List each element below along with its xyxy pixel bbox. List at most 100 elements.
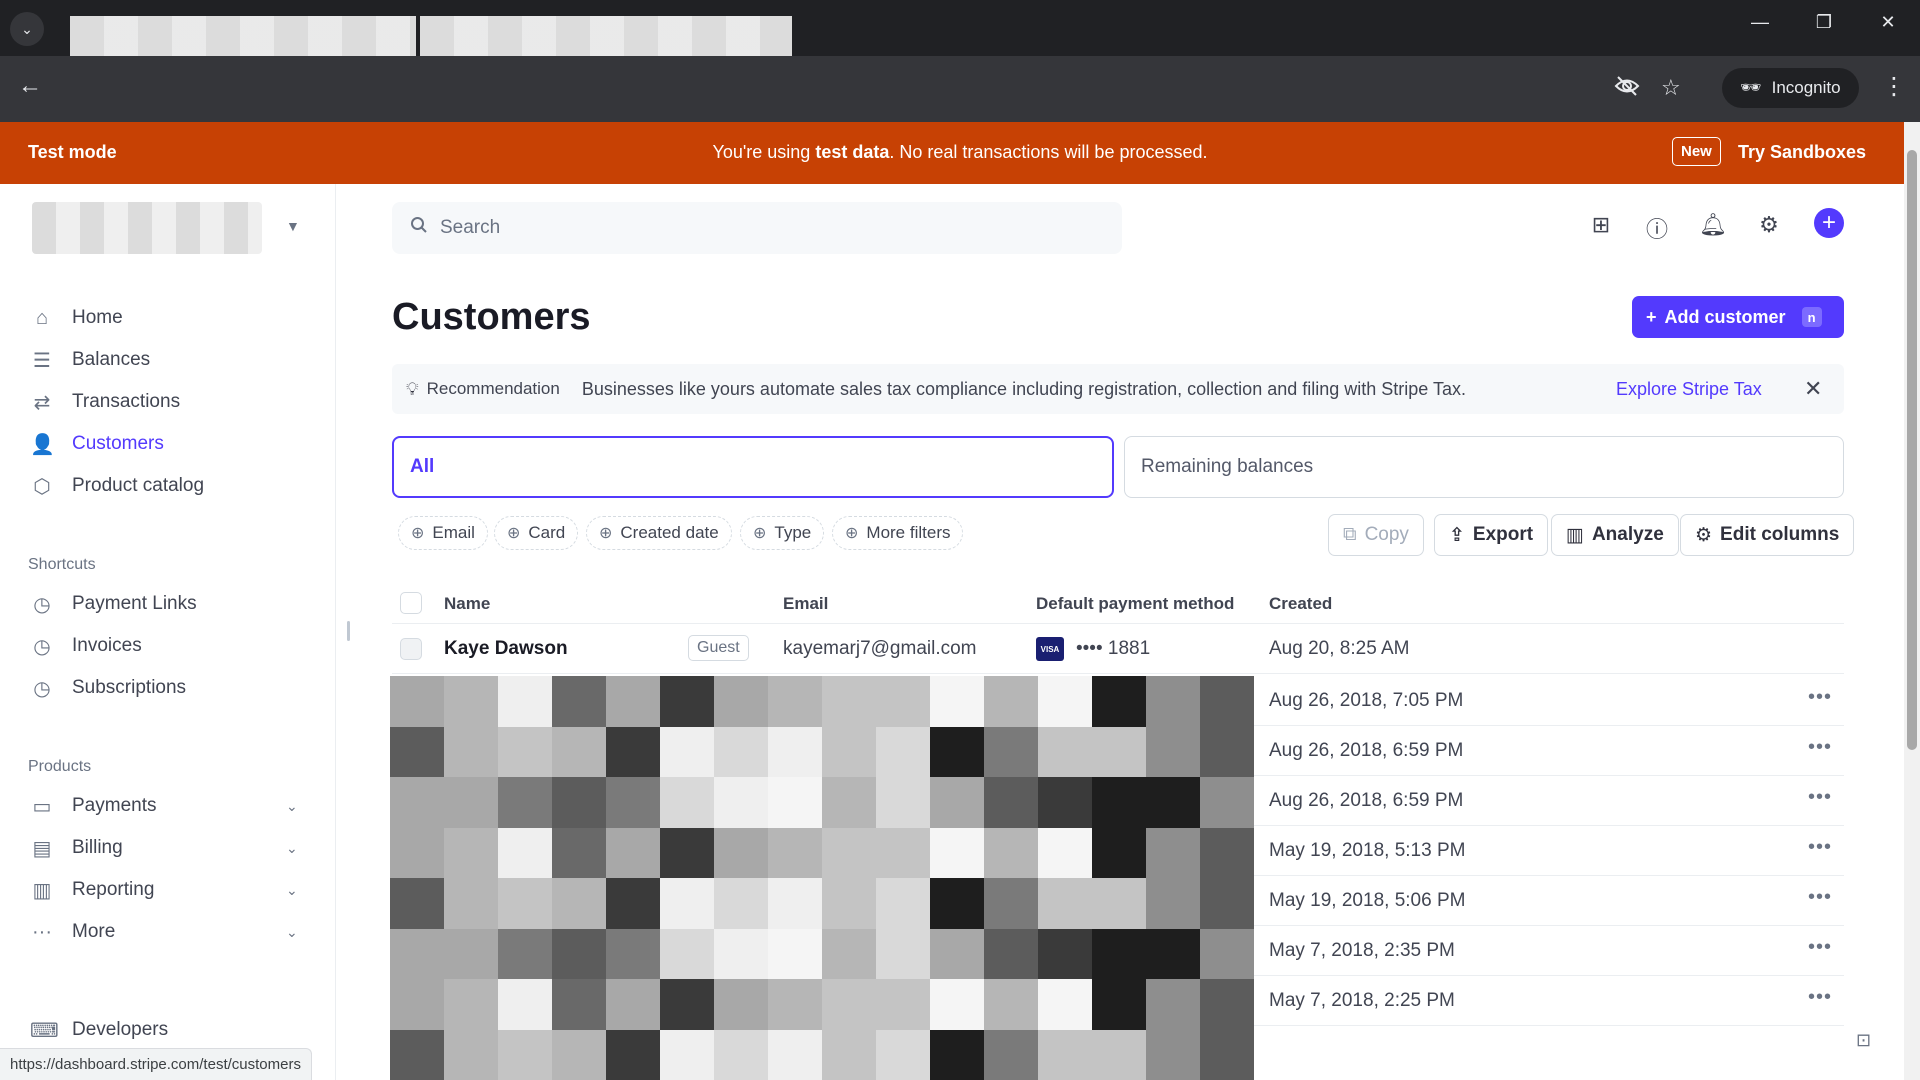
search-input[interactable]: Search [392, 202, 1122, 254]
filter-created-date[interactable]: ⊕ Created date [586, 516, 732, 550]
plus-circle-icon: ⊕ [507, 525, 521, 542]
customer-name: Kaye Dawson [444, 638, 568, 659]
redaction-pixel [1038, 878, 1092, 929]
new-badge: New [1672, 137, 1721, 166]
chevron-down-icon[interactable]: ⌄ [286, 924, 298, 941]
copy-icon: ⧉ [1343, 524, 1357, 545]
created-date: May 7, 2018, 2:25 PM [1269, 990, 1455, 1011]
row-checkbox[interactable] [400, 638, 422, 660]
row-actions-icon[interactable]: ••• [1808, 936, 1832, 959]
close-window-button[interactable]: ✕ [1868, 12, 1908, 33]
add-customer-button[interactable]: + Add customer n [1632, 296, 1844, 338]
redaction-pixel [930, 928, 984, 979]
incognito-indicator[interactable]: 🕶 Incognito [1722, 68, 1859, 108]
help-icon[interactable]: ⓘ [1643, 212, 1671, 244]
chevron-down-icon[interactable]: ▼ [286, 218, 300, 234]
tab-remaining-balances[interactable]: Remaining balances [1124, 436, 1844, 498]
terminal-toggle-icon[interactable]: ⊡ [1856, 1030, 1871, 1051]
sidebar-item-billing[interactable]: ▤ Billing [30, 832, 123, 864]
column-default-payment-method[interactable]: Default payment method [1036, 594, 1234, 614]
table-row[interactable]: Kaye Dawson Guest kayemarj7@gmail.com VI… [392, 624, 1844, 674]
recommendation-text: Businesses like yours automate sales tax… [581, 378, 1466, 399]
redaction-pixel [714, 676, 768, 727]
row-actions-icon[interactable]: ••• [1808, 786, 1832, 809]
chevron-down-icon[interactable]: ⌄ [286, 882, 298, 899]
gear-icon[interactable]: ⚙ [1755, 212, 1783, 238]
account-switcher-redacted[interactable] [32, 202, 262, 254]
redaction-pixel [984, 979, 1038, 1030]
status-bar-url: https://dashboard.stripe.com/test/custom… [0, 1048, 312, 1080]
redaction-pixel [498, 979, 552, 1030]
redaction-pixel [714, 827, 768, 878]
sidebar-item-balances[interactable]: ☰ Balances [30, 344, 150, 376]
filter-email[interactable]: ⊕ Email [398, 516, 488, 550]
redaction-pixel [1038, 777, 1092, 828]
sidebar-item-invoices[interactable]: ◷ Invoices [30, 630, 141, 662]
filter-more-filters[interactable]: ⊕ More filters [832, 516, 964, 550]
tab-search-button[interactable]: ⌄ [10, 12, 44, 46]
edit-columns-button[interactable]: ⚙ Edit columns [1680, 514, 1855, 556]
export-button[interactable]: ⇪ Export [1434, 514, 1549, 556]
back-arrow-icon[interactable]: ← [18, 72, 42, 100]
sidebar-item-subscriptions[interactable]: ◷ Subscriptions [30, 672, 186, 704]
sidebar-item-developers[interactable]: ⌨ Developers [30, 1014, 168, 1046]
filter-type[interactable]: ⊕ Type [740, 516, 825, 550]
chevron-down-icon[interactable]: ⌄ [286, 840, 298, 857]
row-actions-icon[interactable]: ••• [1808, 736, 1832, 759]
copy-button[interactable]: ⧉ Copy [1328, 514, 1424, 556]
redaction-pixel [714, 928, 768, 979]
create-plus-icon[interactable]: + [1814, 208, 1844, 238]
sidebar-item-payments[interactable]: ▭ Payments [30, 790, 157, 822]
bell-icon[interactable]: 🔔︎ [1699, 212, 1727, 238]
close-icon[interactable]: ✕ [1804, 376, 1822, 402]
redaction-pixel [1200, 928, 1254, 979]
redaction-pixel [876, 676, 930, 727]
sidebar-item-payment-links[interactable]: ◷ Payment Links [30, 588, 196, 620]
try-sandboxes-link[interactable]: Try Sandboxes [1738, 142, 1866, 163]
column-created[interactable]: Created [1269, 594, 1332, 614]
row-actions-icon[interactable]: ••• [1808, 986, 1832, 1009]
eye-off-icon[interactable] [1614, 75, 1640, 103]
select-all-checkbox[interactable] [400, 592, 422, 614]
redaction-pixel [822, 1029, 876, 1080]
created-date: May 19, 2018, 5:06 PM [1269, 890, 1466, 911]
analyze-button[interactable]: ▥ Analyze [1551, 514, 1679, 556]
redaction-pixel [552, 726, 606, 777]
redaction-pixel [606, 726, 660, 777]
redaction-pixel [444, 777, 498, 828]
apps-icon[interactable]: ⊞ [1587, 212, 1615, 238]
sidebar-item-transactions[interactable]: ⇄ Transactions [30, 386, 180, 418]
column-email[interactable]: Email [783, 594, 828, 614]
sidebar-resize-handle[interactable] [347, 621, 350, 641]
browser-menu-icon[interactable]: ⋮ [1882, 72, 1906, 101]
tab-all[interactable]: All [392, 436, 1114, 498]
explore-stripe-tax-link[interactable]: Explore Stripe Tax [1616, 379, 1762, 400]
column-name[interactable]: Name [444, 594, 490, 614]
chevron-down-icon[interactable]: ⌄ [286, 798, 298, 815]
row-actions-icon[interactable]: ••• [1808, 886, 1832, 909]
redaction-pixel [444, 726, 498, 777]
redaction-pixel [876, 928, 930, 979]
sidebar-item-customers[interactable]: 👤 Customers [30, 428, 164, 460]
minimize-button[interactable]: — [1740, 12, 1780, 33]
scrollbar-thumb[interactable] [1907, 150, 1917, 750]
redaction-pixel [984, 1029, 1038, 1080]
sidebar-item-reporting[interactable]: ▥ Reporting [30, 874, 155, 906]
sidebar-item-more[interactable]: ··· More [30, 916, 115, 948]
redaction-pixel [1200, 878, 1254, 929]
sidebar-item-home[interactable]: ⌂ Home [30, 302, 123, 334]
clock-icon: ◷ [33, 677, 51, 700]
redaction-pixel [768, 979, 822, 1030]
redaction-pixel [606, 1029, 660, 1080]
redaction-pixel [768, 777, 822, 828]
redaction-pixel [984, 827, 1038, 878]
redaction-pixel [984, 676, 1038, 727]
row-actions-icon[interactable]: ••• [1808, 686, 1832, 709]
sidebar-item-product-catalog[interactable]: ⬡ Product catalog [30, 470, 204, 502]
star-icon[interactable]: ☆ [1661, 75, 1681, 101]
restore-button[interactable]: ❐ [1804, 12, 1844, 33]
created-date: Aug 26, 2018, 6:59 PM [1269, 790, 1464, 811]
redaction-pixel [1200, 827, 1254, 878]
filter-card[interactable]: ⊕ Card [494, 516, 579, 550]
row-actions-icon[interactable]: ••• [1808, 836, 1832, 859]
